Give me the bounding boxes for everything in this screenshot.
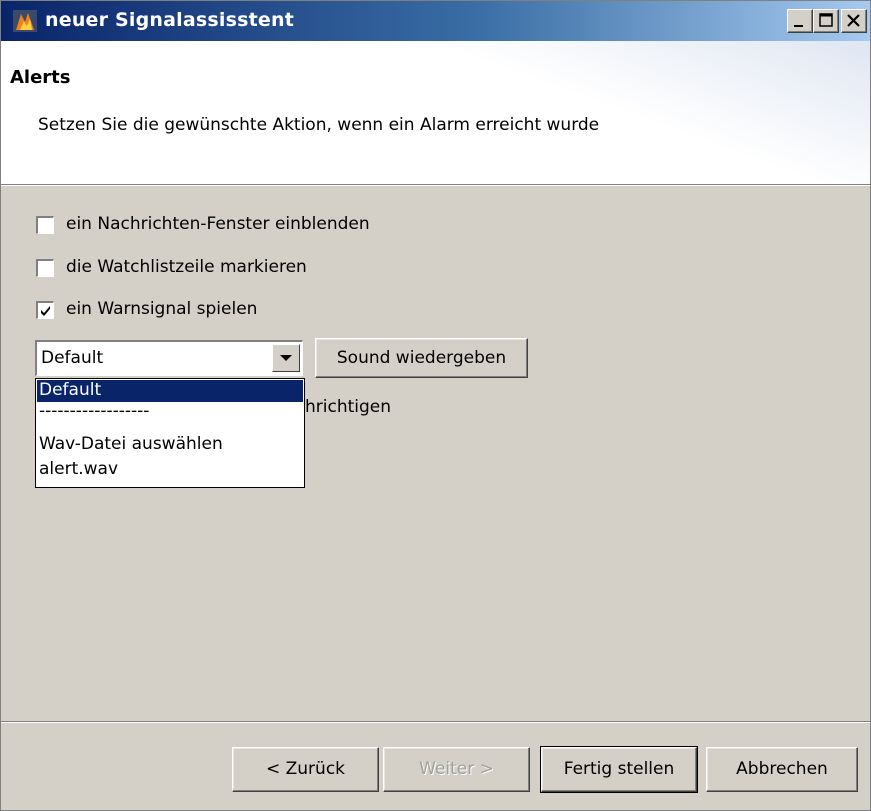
checkmark-icon	[41, 306, 50, 316]
back-button[interactable]: < Zurück	[232, 747, 379, 792]
maximize-button[interactable]	[813, 9, 839, 33]
finish-button[interactable]: Fertig stellen	[540, 746, 698, 793]
sound-select-value: Default	[41, 348, 104, 368]
close-icon	[847, 14, 860, 27]
play-sound-button[interactable]: Sound wiedergeben	[315, 338, 528, 378]
footer-divider	[1, 721, 870, 723]
checkbox-checked[interactable]	[36, 301, 54, 319]
signal-assistant-window: neuer Signalassisstent Alerts Setzen Sie…	[0, 0, 871, 811]
minimize-icon	[794, 25, 803, 27]
window-title: neuer Signalassisstent	[45, 9, 295, 31]
page-title: Alerts	[10, 67, 71, 88]
title-bar[interactable]: neuer Signalassisstent	[1, 1, 870, 41]
minimize-button[interactable]	[787, 9, 813, 33]
dropdown-item-alert-wav[interactable]: alert.wav	[37, 459, 303, 481]
checkbox[interactable]	[36, 259, 54, 277]
close-button[interactable]	[841, 9, 867, 33]
checkbox-label: ein Warnsignal spielen	[66, 299, 258, 319]
dropdown-item-choose-wav[interactable]: Wav-Datei auswählen	[37, 434, 303, 456]
sound-select[interactable]: Default	[35, 340, 303, 376]
page-description: Setzen Sie die gewünschte Aktion, wenn e…	[38, 115, 600, 135]
checkbox[interactable]	[36, 216, 54, 234]
wizard-header: Alerts Setzen Sie die gewünschte Aktion,…	[1, 41, 870, 184]
dropdown-arrow-icon	[280, 355, 292, 361]
checkbox-label: die Watchlistzeile markieren	[66, 257, 307, 277]
maximize-icon	[819, 13, 833, 27]
next-button[interactable]: Weiter >	[383, 747, 530, 792]
dropdown-item-separator: ------------------	[39, 401, 150, 421]
dropdown-arrow-button[interactable]	[272, 344, 300, 372]
header-divider	[1, 184, 870, 186]
checkbox-label: ein Nachrichten-Fenster einblenden	[66, 214, 370, 234]
cancel-button[interactable]: Abbrechen	[706, 747, 858, 792]
sound-dropdown-list[interactable]: Default ------------------ Wav-Datei aus…	[35, 378, 305, 488]
partially-hidden-option-label: hrichtigen	[305, 397, 392, 417]
application-flame-icon	[13, 10, 37, 32]
dropdown-item-default[interactable]: Default	[37, 380, 303, 402]
